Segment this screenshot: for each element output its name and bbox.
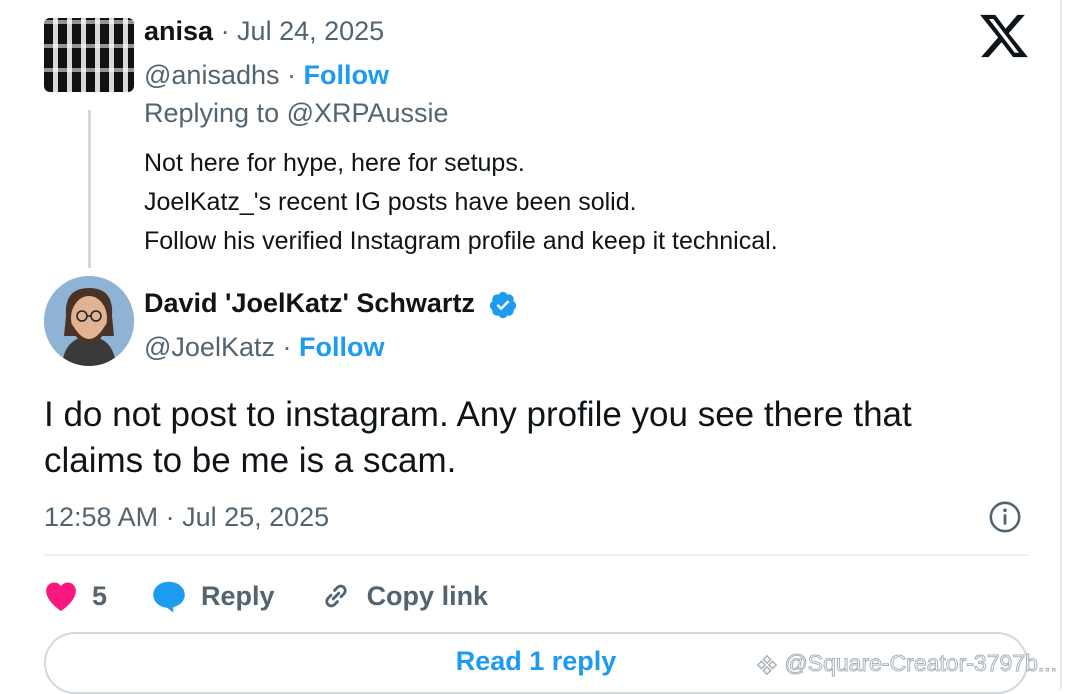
copy-link-button[interactable]: Copy link xyxy=(319,579,489,613)
author-name[interactable]: anisa · Jul 24, 2025 xyxy=(144,16,384,47)
tweet-timestamp[interactable]: 12:58 AM · Jul 25, 2025 xyxy=(44,502,329,533)
tweet-line: JoelKatz_'s recent IG posts have been so… xyxy=(144,188,637,216)
reply-label: Reply xyxy=(201,580,275,611)
copy-link-label: Copy link xyxy=(366,580,489,611)
link-icon xyxy=(324,584,347,608)
author-handle-row: @anisadhs · Follow xyxy=(144,60,389,91)
read-replies-label: Read 1 reply xyxy=(455,645,617,676)
thread-connector xyxy=(88,110,91,268)
tweet-line: Follow his verified Instagram profile an… xyxy=(144,227,778,255)
binance-square-icon xyxy=(756,654,778,676)
author-handle-row: @JoelKatz · Follow xyxy=(144,332,384,363)
heart-icon xyxy=(46,582,76,612)
tweet-line: Not here for hype, here for setups. xyxy=(144,149,525,177)
reply-bubble-icon xyxy=(153,581,185,613)
author-handle[interactable]: @anisadhs · xyxy=(144,60,296,90)
avatar-portrait-icon xyxy=(44,276,134,366)
tweet-body: I do not post to instagram. Any profile … xyxy=(44,392,1034,484)
tweet-card: anisa · Jul 24, 2025 @anisadhs · Follow … xyxy=(0,0,1062,694)
replying-to: Replying to @XRPAussie xyxy=(144,98,449,128)
author-name-text[interactable]: David 'JoelKatz' Schwartz xyxy=(144,288,475,318)
avatar[interactable] xyxy=(44,276,134,366)
tweet-date[interactable]: · Jul 24, 2025 xyxy=(221,16,385,46)
info-icon[interactable] xyxy=(988,500,1022,534)
x-logo-icon[interactable] xyxy=(978,10,1030,62)
tweet-line: I do not post to instagram. Any profile … xyxy=(44,395,912,434)
avatar[interactable] xyxy=(44,18,134,92)
watermark-text: @Square-Creator-3797b... xyxy=(784,650,1058,677)
verified-badge-icon xyxy=(490,291,517,319)
reply-button[interactable]: Reply xyxy=(151,579,275,613)
follow-button[interactable]: Follow xyxy=(299,332,384,362)
follow-button[interactable]: Follow xyxy=(304,60,389,90)
like-button[interactable]: 5 xyxy=(44,580,107,612)
author-handle[interactable]: @JoelKatz · xyxy=(144,332,291,362)
author-name-text[interactable]: anisa xyxy=(144,16,213,46)
action-bar: 5 Reply Copy link xyxy=(44,574,532,618)
watermark: @Square-Creator-3797b... xyxy=(756,650,1058,677)
divider xyxy=(44,554,1030,556)
like-count: 5 xyxy=(92,580,108,611)
author-name[interactable]: David 'JoelKatz' Schwartz xyxy=(144,288,518,320)
tweet-body: Not here for hype, here for setups. Joel… xyxy=(144,144,778,261)
tweet-line: claims to be me is a scam. xyxy=(44,441,457,480)
